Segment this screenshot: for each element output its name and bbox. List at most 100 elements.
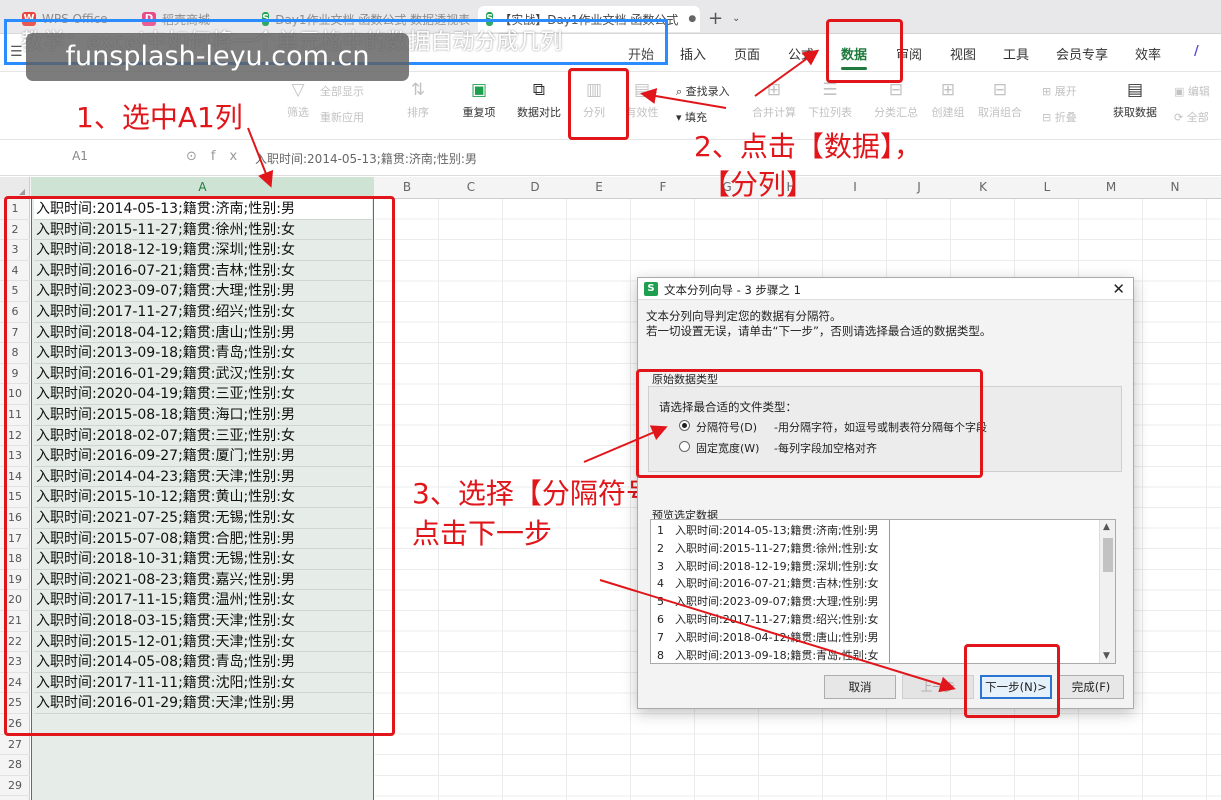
dropdown-list-icon: ☰ xyxy=(822,80,838,100)
preview-row-text: 入职时间:2018-04-12;籍贯:唐山;性别:男 xyxy=(675,630,879,644)
preview-row: 8 入职时间:2013-09-18;籍贯:青岛;性别:女 xyxy=(657,647,879,663)
filter-button[interactable]: ▽ 筛选 xyxy=(278,80,318,120)
screenshot-root: W WPS Office D 稻壳商城 S Day1作业文档 函数公式 数据透视… xyxy=(0,0,1221,800)
validity-label: 有效性 xyxy=(625,106,659,119)
filter-label: 筛选 xyxy=(287,106,309,119)
formula-fx-icon[interactable]: ⊙fx xyxy=(186,149,251,164)
preview-row-number: 8 xyxy=(657,648,664,662)
subtotal-button[interactable]: ⊟ 分类汇总 xyxy=(872,80,920,120)
duplicates-icon: ▣ xyxy=(470,80,488,100)
scroll-up-icon[interactable]: ▲ xyxy=(1103,522,1110,532)
col-header-M[interactable]: M xyxy=(1079,180,1143,194)
create-group-label: 创建组 xyxy=(931,106,965,119)
sort-label: 排序 xyxy=(407,106,429,119)
menu-formula[interactable]: 公式 xyxy=(788,44,814,63)
row-header[interactable]: 30 xyxy=(0,796,30,800)
scroll-thumb[interactable] xyxy=(1103,538,1113,572)
expand-button[interactable]: ⊞ 展开 xyxy=(1042,83,1077,99)
collapse-label: 折叠 xyxy=(1054,111,1077,124)
preview-row: 1 入职时间:2014-05-13;籍贯:济南;性别:男 xyxy=(657,522,878,540)
edit-link-label: 编辑 xyxy=(1187,85,1210,98)
get-data-button[interactable]: ▤ 获取数据 xyxy=(1104,80,1166,120)
dialog-title: 文本分列向导 - 3 步骤之 1 xyxy=(664,283,801,297)
finish-button[interactable]: 完成(F) xyxy=(1058,675,1124,699)
col-header-F[interactable]: F xyxy=(631,180,695,194)
col-header-L[interactable]: L xyxy=(1015,180,1079,194)
text-to-columns-dialog: S 文本分列向导 - 3 步骤之 1 ✕ 文本分列向导判定您的数据有分隔符。 若… xyxy=(636,277,1134,709)
ai-logo-icon[interactable]: / xyxy=(1194,44,1199,59)
merge-calc-icon: ⊞ xyxy=(766,80,782,100)
menu-page[interactable]: 页面 xyxy=(734,44,760,63)
cancel-button[interactable]: 取消 xyxy=(824,675,896,699)
col-header-C[interactable]: C xyxy=(439,180,503,194)
lookup-entry-button[interactable]: ⌕ 查找录入 xyxy=(676,83,730,99)
preview-row: 7 入职时间:2018-04-12;籍贯:唐山;性别:男 xyxy=(657,629,878,647)
fill-label: 填充 xyxy=(685,111,708,124)
menu-insert[interactable]: 插入 xyxy=(680,44,706,63)
preview-row-number: 7 xyxy=(657,630,664,644)
preview-row-number: 4 xyxy=(657,577,664,591)
fill-button[interactable]: ▾ 填充 xyxy=(676,109,707,125)
preview-row-text: 入职时间:2013-09-18;籍贯:青岛;性别:女 xyxy=(675,648,879,662)
preview-row-text: 入职时间:2023-09-07;籍贯:大理;性别:男 xyxy=(675,595,879,609)
row-header[interactable]: 29 xyxy=(0,776,30,797)
menu-efficiency[interactable]: 效率 xyxy=(1135,44,1161,63)
col-header-E[interactable]: E xyxy=(567,180,631,194)
highlight-data-type xyxy=(636,369,983,478)
close-icon[interactable]: ✕ xyxy=(1112,280,1125,298)
preview-data-box[interactable]: ▲ ▼ 1 入职时间:2014-05-13;籍贯:济南;性别:男 2 入职时间:201… xyxy=(650,519,1116,664)
menu-member[interactable]: 会员专享 xyxy=(1056,44,1108,63)
expand-icon: ⊞ xyxy=(1042,85,1055,98)
new-tab-plus-icon[interactable]: + xyxy=(708,8,723,29)
col-header-D[interactable]: D xyxy=(503,180,567,194)
edit-link-icon: ▣ xyxy=(1174,85,1188,98)
create-group-button[interactable]: ⊞ 创建组 xyxy=(926,80,970,120)
sort-icon: ⇅ xyxy=(410,80,426,100)
col-header-J[interactable]: J xyxy=(887,180,951,194)
tab-close-icon[interactable]: ● xyxy=(688,14,696,24)
preview-row-number: 6 xyxy=(657,613,664,626)
compare-icon: ⧉ xyxy=(532,80,546,100)
highlight-data-tab xyxy=(826,19,903,83)
compare-button[interactable]: ⧉ 数据对比 xyxy=(510,80,568,120)
preview-scrollbar[interactable]: ▲ ▼ xyxy=(1099,520,1115,663)
preview-row-number: 2 xyxy=(657,541,664,555)
preview-row-text: 入职时间:2017-11-27;籍贯:绍兴;性别:女 xyxy=(675,613,879,626)
scroll-down-icon[interactable]: ▼ xyxy=(1103,651,1110,661)
preview-row-text: 入职时间:2018-12-19;籍贯:深圳;性别:女 xyxy=(675,559,879,573)
row-header[interactable]: 28 xyxy=(0,755,30,776)
compare-label: 数据对比 xyxy=(517,106,561,119)
dialog-info-line2: 若一切设置无误，请单击“下一步”，否则请选择最合适的数据类型。 xyxy=(646,324,992,338)
menu-view[interactable]: 视图 xyxy=(950,44,976,63)
name-box[interactable]: A1 xyxy=(20,149,140,163)
filter-icon: ▽ xyxy=(291,80,305,100)
collapse-icon: ⊟ xyxy=(1042,111,1055,124)
collapse-button[interactable]: ⊟ 折叠 xyxy=(1042,109,1077,125)
formula-bar: A1 ⊙fx 入职时间:2014-05-13;籍贯:济南;性别:男 xyxy=(0,140,1221,176)
dropdown-list-button[interactable]: ☰ 下拉列表 xyxy=(806,80,854,120)
merge-calc-button[interactable]: ⊞ 合并计算 xyxy=(750,80,798,120)
col-header-K[interactable]: K xyxy=(951,180,1015,194)
wps-sheet-icon: S xyxy=(644,282,658,296)
col-header-N[interactable]: N xyxy=(1143,180,1207,194)
preview-row: 2 入职时间:2015-11-27;籍贯:徐州;性别:女 xyxy=(657,540,878,558)
row-header[interactable]: 27 xyxy=(0,735,30,756)
edit-link-button[interactable]: ▣ 编辑 xyxy=(1174,83,1210,99)
sort-button[interactable]: ⇅ 排序 xyxy=(398,80,438,120)
col-header-B[interactable]: B xyxy=(375,180,439,194)
refresh-all-button[interactable]: ⟳ 全部 xyxy=(1174,109,1209,125)
fill-icon: ▾ xyxy=(676,111,686,124)
highlight-column-A xyxy=(4,196,395,736)
show-all-button[interactable]: 全部显示 xyxy=(320,83,364,99)
duplicates-button[interactable]: ▣ 重复项 xyxy=(455,80,503,120)
chevron-down-icon[interactable]: ⌄ xyxy=(732,13,740,24)
get-data-icon: ▤ xyxy=(1126,80,1144,100)
ungroup-button[interactable]: ⊟ 取消组合 xyxy=(974,80,1026,120)
col-header-I[interactable]: I xyxy=(823,180,887,194)
preview-row-text: 入职时间:2016-07-21;籍贯:吉林;性别:女 xyxy=(675,577,879,591)
formula-input[interactable]: 入职时间:2014-05-13;籍贯:济南;性别:男 xyxy=(255,150,477,167)
preview-column-divider xyxy=(889,520,890,663)
col-header-A[interactable]: A xyxy=(31,177,374,198)
reapply-button[interactable]: 重新应用 xyxy=(320,109,364,125)
menu-tools[interactable]: 工具 xyxy=(1003,44,1029,63)
